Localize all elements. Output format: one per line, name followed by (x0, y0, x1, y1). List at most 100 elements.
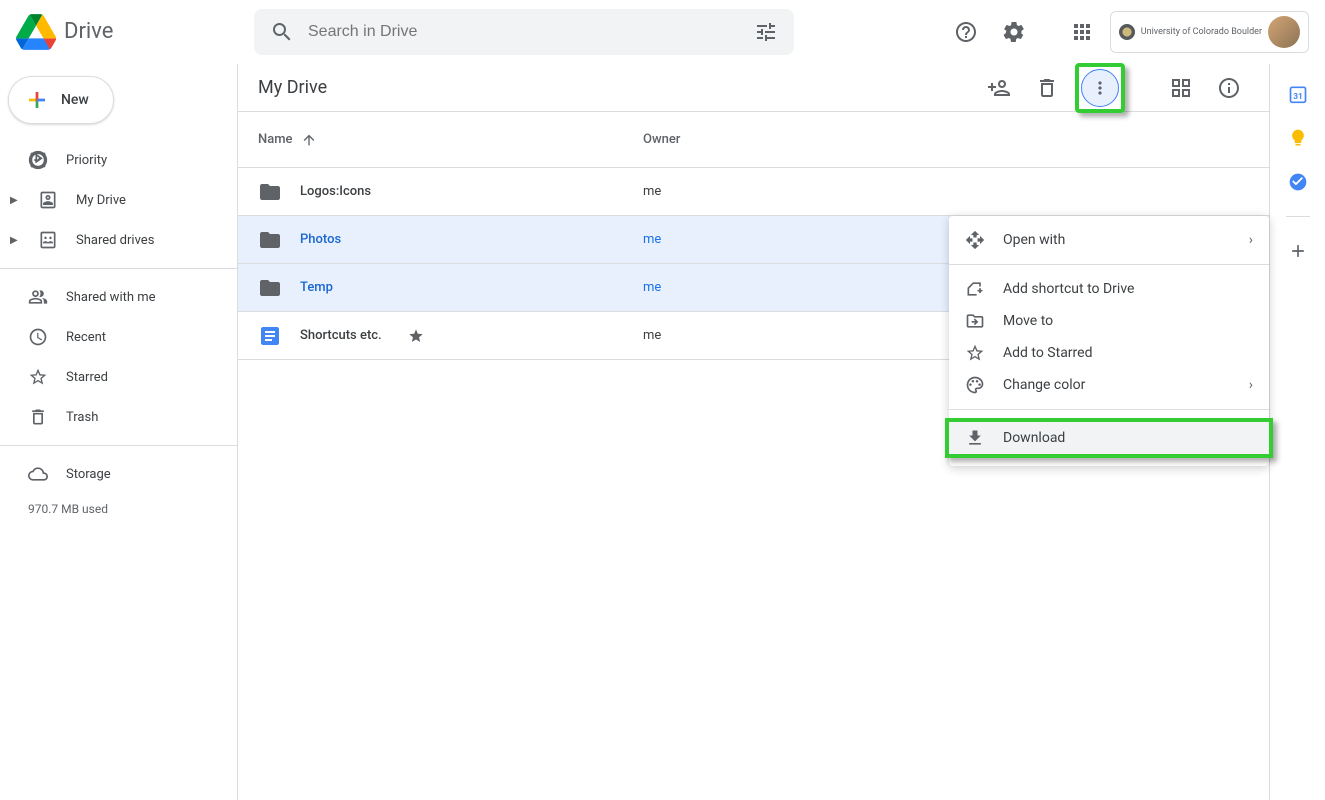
sidebar-item-priority[interactable]: Priority (0, 140, 225, 180)
highlight-more-actions (1075, 63, 1125, 113)
sidepanel: 31 (1269, 64, 1325, 800)
search-input[interactable] (308, 23, 740, 41)
sidebar-item-recent[interactable]: Recent (0, 317, 225, 357)
page-title[interactable]: My Drive (258, 77, 327, 98)
ctx-download[interactable]: Download (949, 422, 1269, 454)
sidebar-label: Storage (66, 467, 111, 482)
sidebar-item-storage[interactable]: Storage (0, 454, 225, 494)
chevron-right-icon: › (1249, 377, 1253, 393)
ctx-label: Move to (1003, 313, 1053, 329)
caret-icon[interactable]: ▶ (10, 235, 20, 246)
sidebar-label: My Drive (76, 193, 126, 208)
starred-icon (408, 328, 424, 344)
sidebar-label: Trash (66, 410, 98, 425)
avatar[interactable] (1268, 16, 1300, 48)
delete-button[interactable] (1027, 68, 1067, 108)
add-icon[interactable] (1288, 241, 1308, 261)
ctx-add-starred[interactable]: Add to Starred (949, 337, 1269, 369)
star-outline-icon (965, 343, 985, 363)
file-row[interactable]: Logos:Icons me (238, 168, 1269, 216)
org-label: University of Colorado Boulder (1141, 27, 1262, 37)
sidebar-item-shared-with-me[interactable]: Shared with me (0, 277, 225, 317)
ctx-label: Open with (1003, 232, 1065, 248)
column-headers: Name Owner (238, 112, 1269, 168)
shared-icon (28, 287, 48, 307)
support-button[interactable] (946, 12, 986, 52)
sidebar-item-my-drive[interactable]: ▶ My Drive (0, 180, 225, 220)
ctx-move-to[interactable]: Move to (949, 305, 1269, 337)
sidebar-label: Priority (66, 153, 107, 168)
search-options-icon[interactable] (754, 20, 778, 44)
file-owner: me (643, 280, 661, 295)
file-owner: me (643, 232, 661, 247)
ctx-add-shortcut[interactable]: Add shortcut to Drive (949, 273, 1269, 305)
apps-icon (1070, 20, 1094, 44)
ctx-label: Change color (1003, 377, 1085, 393)
sidebar-item-starred[interactable]: Starred (0, 357, 225, 397)
app-name: Drive (64, 19, 113, 44)
arrow-up-icon (301, 132, 317, 148)
drive-logo-icon (16, 12, 56, 52)
help-icon (954, 20, 978, 44)
calendar-icon[interactable]: 31 (1288, 84, 1308, 104)
recent-icon (28, 327, 48, 347)
folder-icon (258, 276, 282, 300)
person-add-icon (987, 76, 1011, 100)
sidebar-item-shared-drives[interactable]: ▶ Shared drives (0, 220, 225, 260)
new-button[interactable]: New (8, 76, 114, 124)
trash-icon (28, 407, 48, 427)
grid-view-button[interactable] (1161, 68, 1201, 108)
sidebar-label: Shared drives (76, 233, 154, 248)
shared-drives-icon (38, 230, 58, 250)
ctx-change-color[interactable]: Change color › (949, 369, 1269, 401)
download-icon (965, 428, 985, 448)
move-icon (965, 311, 985, 331)
palette-icon (965, 375, 985, 395)
header: Drive University of Colorado Boulder (0, 0, 1325, 64)
apps-button[interactable] (1062, 12, 1102, 52)
sidebar-label: Starred (66, 370, 108, 385)
logo-area[interactable]: Drive (16, 12, 254, 52)
storage-used: 970.7 MB used (0, 502, 237, 516)
caret-icon[interactable]: ▶ (10, 195, 20, 206)
tasks-icon[interactable] (1288, 172, 1308, 192)
ctx-label: Download (1003, 430, 1065, 446)
folder-icon (258, 180, 282, 204)
details-button[interactable] (1209, 68, 1249, 108)
sidebar-label: Shared with me (66, 290, 156, 305)
file-owner: me (643, 184, 661, 199)
org-chip[interactable]: University of Colorado Boulder (1110, 11, 1309, 53)
sidebar: New Priority ▶ My Drive ▶ Shared drives Sh… (0, 64, 238, 800)
settings-button[interactable] (994, 12, 1034, 52)
folder-icon (258, 228, 282, 252)
file-name: Temp (300, 280, 333, 295)
grid-icon (1169, 76, 1193, 100)
ctx-open-with[interactable]: Open with › (949, 224, 1269, 256)
cloud-icon (28, 464, 48, 484)
titlebar: My Drive (238, 64, 1269, 112)
search-bar[interactable] (254, 9, 794, 55)
svg-text:31: 31 (1293, 92, 1303, 102)
star-icon (28, 367, 48, 387)
ctx-label: Add shortcut to Drive (1003, 281, 1134, 297)
sidebar-label: Recent (66, 330, 106, 345)
plus-icon (25, 88, 49, 112)
shortcut-icon (965, 279, 985, 299)
file-name: Photos (300, 232, 341, 247)
col-name[interactable]: Name (258, 132, 643, 148)
share-button[interactable] (979, 68, 1019, 108)
new-label: New (61, 92, 89, 108)
col-owner-label: Owner (643, 132, 680, 147)
keep-icon[interactable] (1288, 128, 1308, 148)
header-right: University of Colorado Boulder (946, 11, 1309, 53)
more-actions-button[interactable] (1081, 69, 1119, 107)
open-with-icon (965, 230, 985, 250)
priority-icon (28, 150, 48, 170)
col-owner[interactable]: Owner (643, 132, 1249, 147)
info-icon (1217, 76, 1241, 100)
chevron-right-icon: › (1249, 232, 1253, 248)
sidebar-item-trash[interactable]: Trash (0, 397, 225, 437)
doc-icon (258, 324, 282, 348)
search-icon (270, 20, 294, 44)
file-name: Logos:Icons (300, 184, 371, 199)
